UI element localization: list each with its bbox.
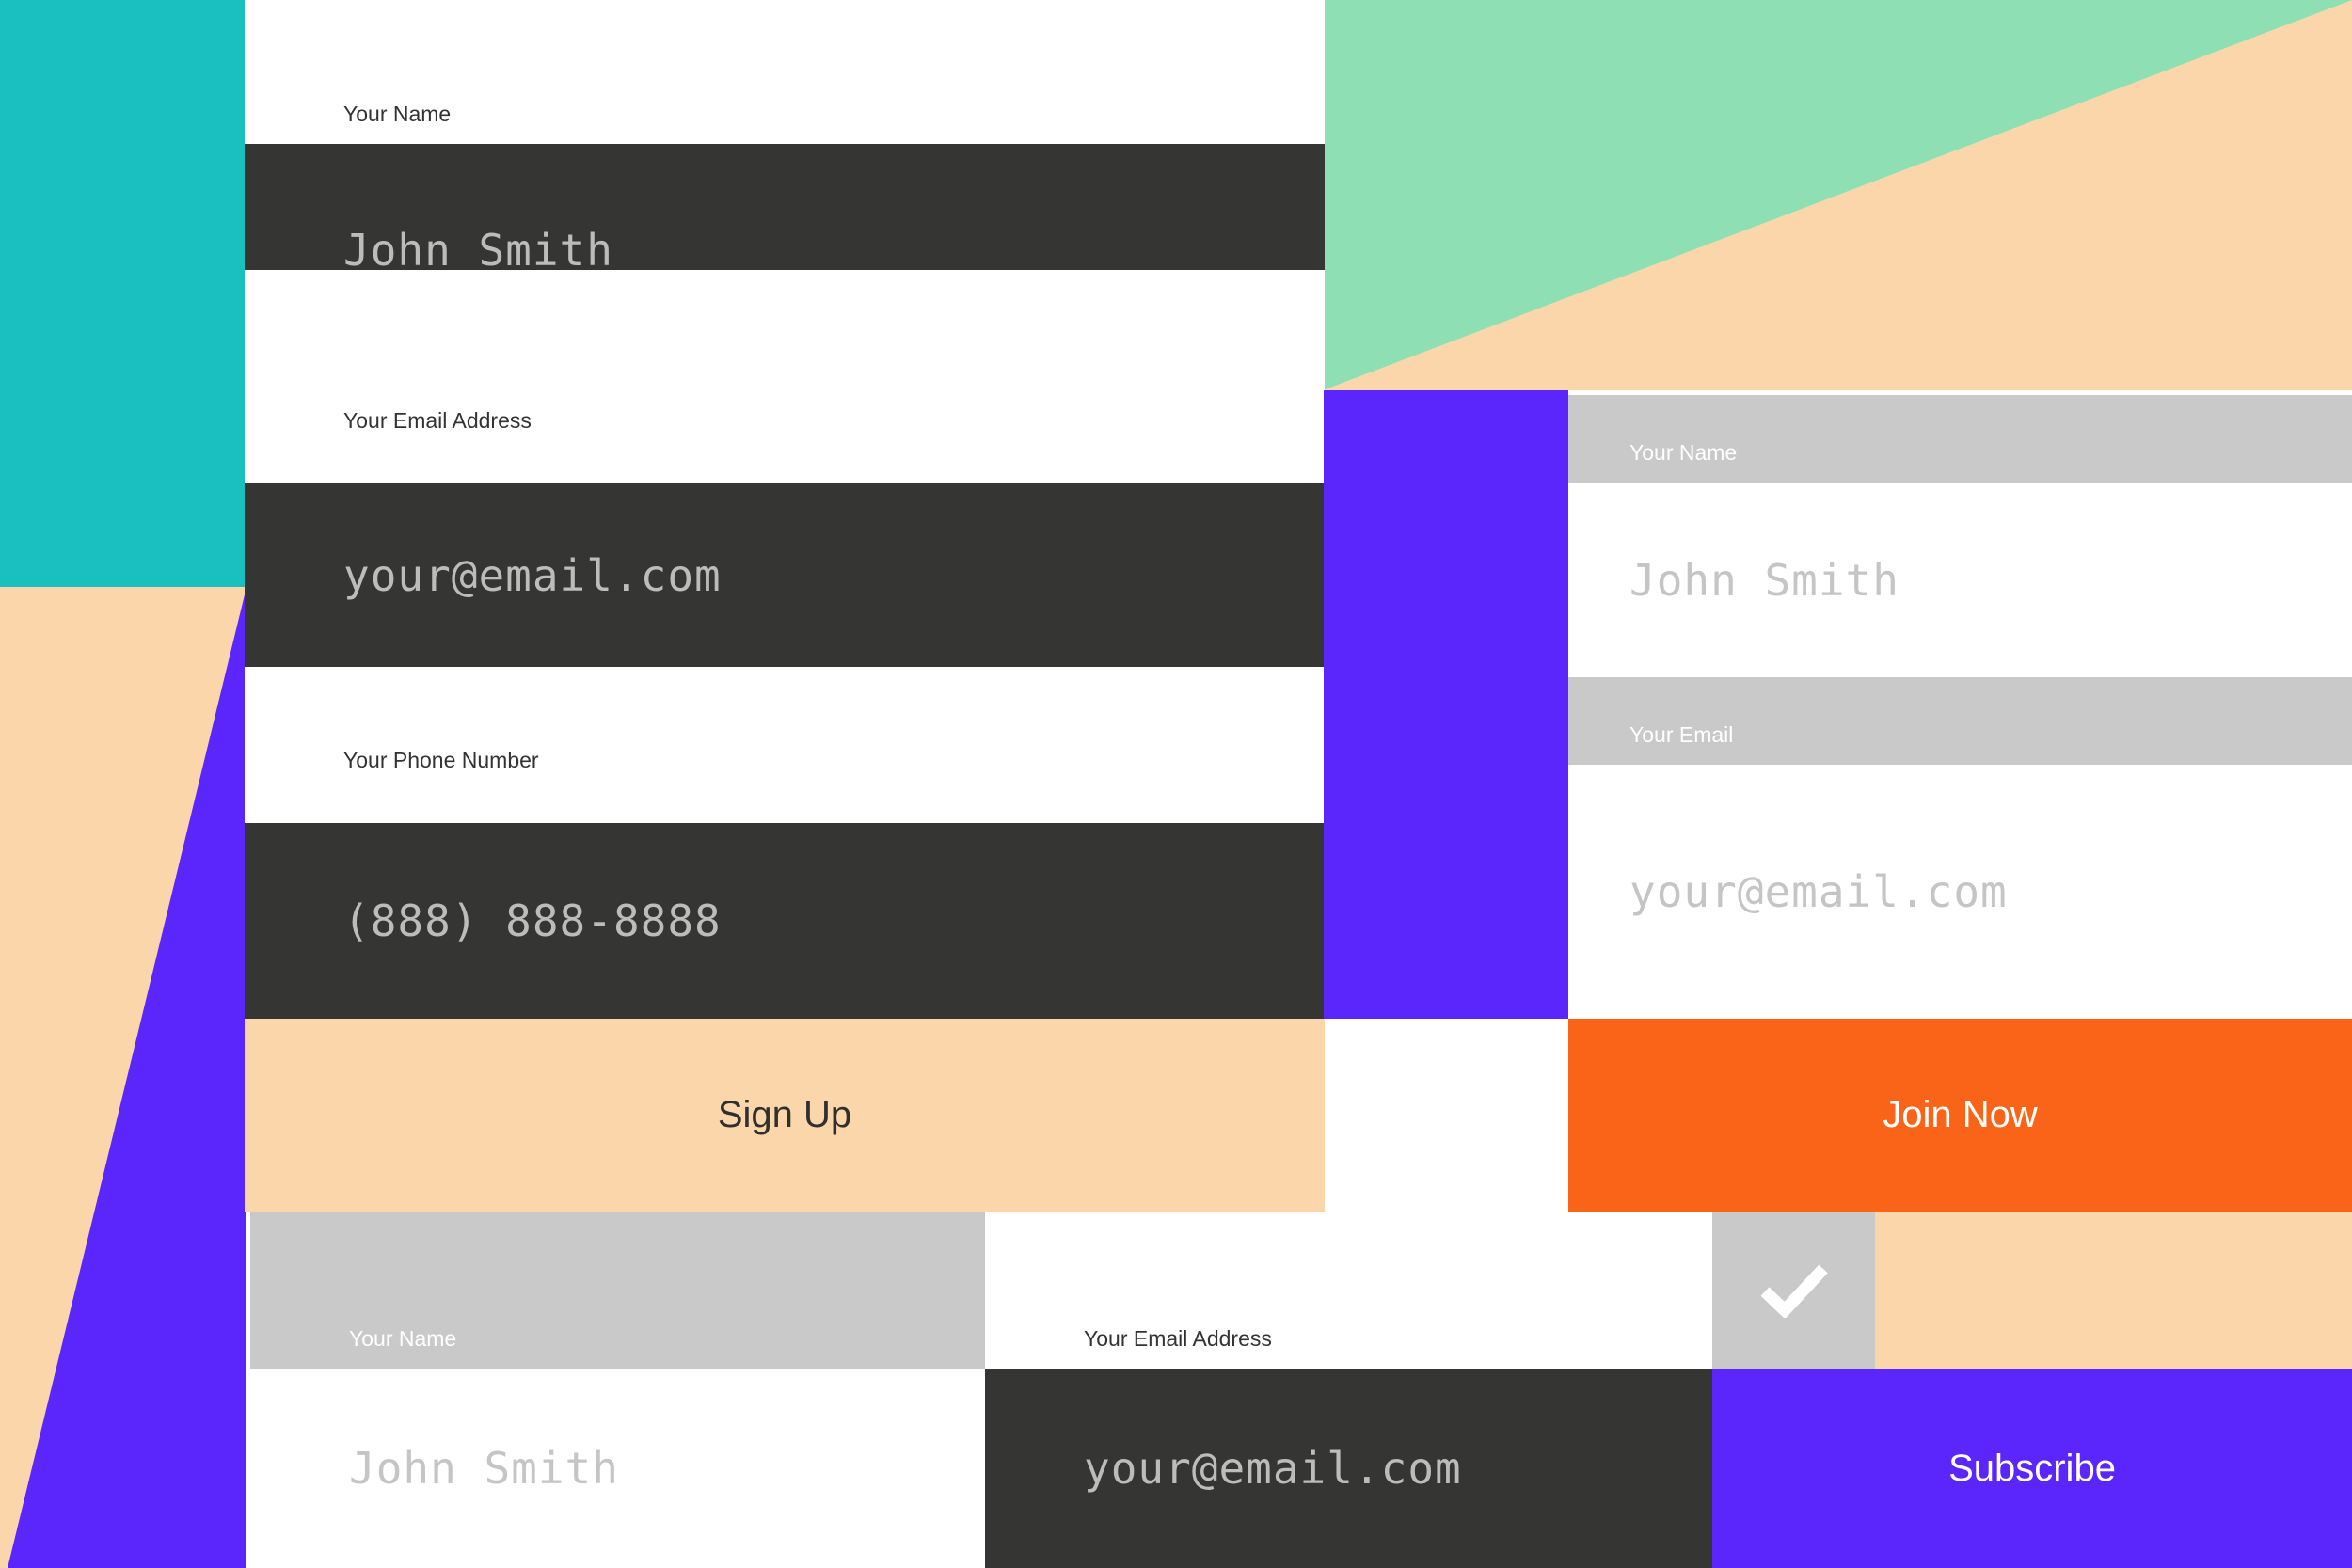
subscribe-name-label: Your Name — [250, 1212, 985, 1369]
decorative-teal-block — [0, 0, 245, 587]
subscribe-submit-button[interactable]: Subscribe — [1712, 1369, 2352, 1568]
screenshot-canvas: Your Name John Smith Your Email Address … — [0, 0, 2352, 1568]
decorative-left-diagonal — [0, 587, 246, 1568]
checkmark-icon — [1760, 1264, 1828, 1318]
join-name-label: Your Name — [1568, 395, 2352, 483]
signup-name-label: Your Name — [245, 56, 1325, 144]
decorative-topright-diagonal — [1310, 0, 2352, 390]
subscribe-peach-filler — [1875, 1212, 2352, 1369]
subscribe-consent-checkbox[interactable] — [1712, 1212, 1875, 1369]
subscribe-name-input[interactable]: John Smith — [250, 1369, 985, 1568]
signup-phone-label: Your Phone Number — [245, 703, 1325, 790]
subscribe-email-input[interactable]: your@email.com — [985, 1369, 1712, 1568]
join-submit-button[interactable]: Join Now — [1568, 1019, 2352, 1212]
signup-phone-input[interactable]: (888) 888-8888 — [245, 823, 1325, 1019]
join-email-input[interactable]: your@email.com — [1568, 765, 2352, 1019]
signup-email-input[interactable]: your@email.com — [245, 483, 1325, 667]
signup-submit-button[interactable]: Sign Up — [245, 1019, 1325, 1212]
join-name-input[interactable]: John Smith — [1568, 483, 2352, 677]
join-form-accent-bar — [1324, 390, 1568, 1019]
signup-email-label: Your Email Address — [245, 363, 1325, 451]
subscribe-email-label: Your Email Address — [985, 1212, 1712, 1369]
signup-gap-one — [245, 270, 1325, 357]
join-email-label: Your Email — [1568, 677, 2352, 765]
